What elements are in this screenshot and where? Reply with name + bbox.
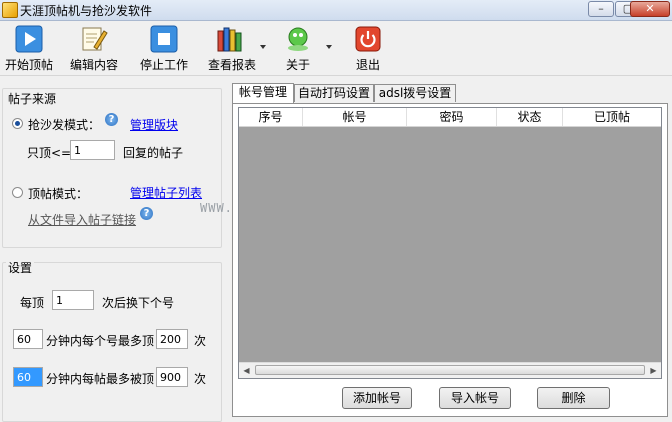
title-bar: 天涯顶帖机与抢沙发软件 – ▢ ✕ — [0, 0, 672, 21]
view-report-label: 查看报表 — [207, 58, 256, 72]
view-report-button[interactable]: 查看报表 — [204, 21, 266, 75]
scroll-right-icon[interactable]: ▶ — [646, 363, 661, 378]
about-icon — [288, 27, 308, 51]
app-icon — [2, 2, 18, 18]
exit-label: 退出 — [355, 58, 380, 72]
list-header: 序号 帐号 密码 状态 已顶帖 — [239, 108, 661, 127]
help-icon[interactable]: ? — [105, 113, 118, 126]
stop-icon — [150, 25, 178, 53]
exit-button[interactable]: 退出 — [350, 21, 386, 75]
sofa-mode-radio[interactable] — [12, 118, 23, 129]
settings-title: 设置 — [6, 259, 35, 276]
add-account-button[interactable]: 添加帐号 — [342, 387, 412, 409]
tab-captcha-settings[interactable]: 自动打码设置 — [294, 84, 374, 102]
chevron-down-icon[interactable] — [326, 45, 332, 49]
tab-account-management[interactable]: 帐号管理 — [232, 83, 294, 103]
import-link[interactable]: 从文件导入帖子链接 — [28, 211, 136, 228]
start-top-button[interactable]: 开始顶帖 — [2, 21, 56, 75]
only-top-input[interactable] — [70, 140, 115, 160]
times-label: 次 — [194, 334, 207, 348]
toolbar: 开始顶帖 编辑内容 停止工作 查看报表 关于 退出 — [0, 21, 672, 76]
per-post-max-input[interactable] — [156, 367, 188, 387]
column-status[interactable]: 状态 — [497, 108, 563, 126]
edit-content-label: 编辑内容 — [69, 58, 118, 72]
minutes-per-account-input[interactable] — [13, 329, 43, 349]
each-top-label: 每顶 — [20, 296, 45, 310]
column-topped[interactable]: 已顶帖 — [563, 108, 661, 126]
account-list[interactable]: 序号 帐号 密码 状态 已顶帖 ◀ ▶ — [238, 107, 662, 379]
post-source-title: 帖子来源 — [6, 90, 59, 107]
replies-label: 回复的帖子 — [123, 146, 184, 160]
minimize-button[interactable]: – — [588, 1, 614, 17]
scroll-left-icon[interactable]: ◀ — [239, 363, 254, 378]
stop-work-label: 停止工作 — [139, 58, 188, 72]
close-button[interactable]: ✕ — [630, 1, 670, 17]
manage-posts-link[interactable]: 管理帖子列表 — [130, 184, 202, 201]
column-index[interactable]: 序号 — [239, 108, 303, 126]
only-top-label: 只顶<= — [27, 146, 72, 160]
top-mode-label: 顶帖模式： — [28, 187, 89, 201]
per-account-label: 分钟内每个号最多顶 — [46, 334, 155, 348]
scrollbar-thumb[interactable] — [255, 365, 645, 375]
delete-button[interactable]: 删除 — [537, 387, 610, 409]
column-account[interactable]: 帐号 — [303, 108, 407, 126]
edit-icon — [82, 27, 108, 51]
play-icon — [15, 25, 43, 53]
edit-content-button[interactable]: 编辑内容 — [66, 21, 122, 75]
stop-work-button[interactable]: 停止工作 — [136, 21, 192, 75]
power-icon — [355, 26, 381, 52]
switch-after-label: 次后换下个号 — [102, 296, 175, 310]
per-account-max-input[interactable] — [156, 329, 188, 349]
times-label: 次 — [194, 372, 207, 386]
window-title: 天涯顶帖机与抢沙发软件 — [20, 4, 153, 18]
minutes-per-post-input[interactable] — [13, 367, 43, 387]
chevron-down-icon[interactable] — [260, 45, 266, 49]
start-top-label: 开始顶帖 — [4, 58, 53, 72]
each-top-input[interactable] — [52, 290, 94, 310]
books-icon — [217, 27, 242, 52]
tab-adsl-settings[interactable]: adsl拨号设置 — [374, 84, 456, 102]
help-icon[interactable]: ? — [140, 207, 153, 220]
horizontal-scrollbar[interactable]: ◀ ▶ — [239, 362, 661, 378]
manage-boards-link[interactable]: 管理版块 — [130, 116, 178, 133]
import-account-button[interactable]: 导入帐号 — [439, 387, 511, 409]
about-label: 关于 — [285, 58, 310, 72]
about-button[interactable]: 关于 — [278, 21, 332, 75]
per-post-label: 分钟内每帖最多被顶 — [46, 372, 155, 386]
column-password[interactable]: 密码 — [407, 108, 497, 126]
top-mode-radio[interactable] — [12, 187, 23, 198]
sofa-mode-label: 抢沙发模式： — [28, 118, 101, 132]
